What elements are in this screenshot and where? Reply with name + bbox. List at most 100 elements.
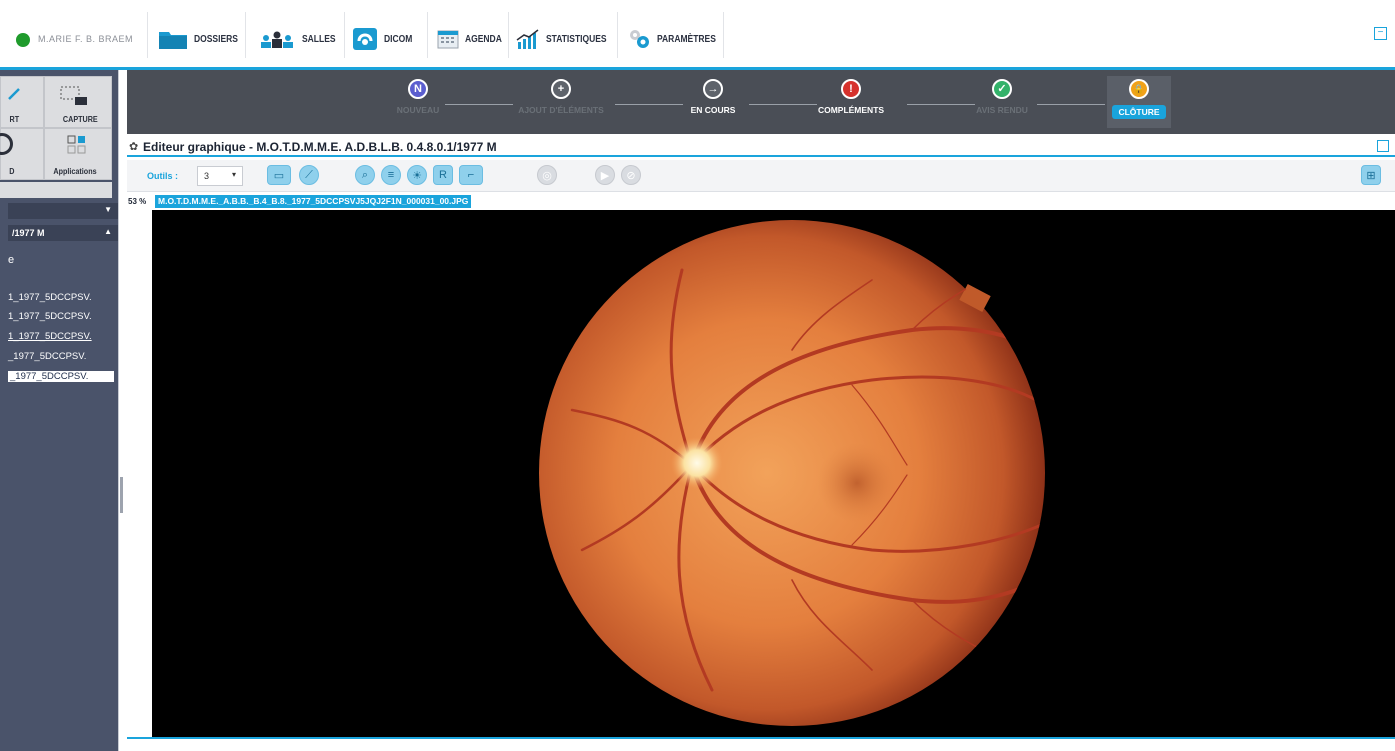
zoom-icon[interactable]: ⌕ [355, 165, 375, 185]
tool-row-spacer [0, 182, 112, 198]
file-list-item[interactable]: 1_1977_5DCCPSV. [8, 311, 92, 322]
optic-disc [671, 437, 723, 489]
nav-label: SALLES [302, 33, 336, 45]
workflow-step-ajout[interactable]: + AJOUT D'ÉLÉMENTS [501, 79, 621, 115]
section-label: e [8, 254, 15, 266]
nav-separator [427, 12, 428, 58]
step-label-active: CLÔTURE [1112, 105, 1166, 119]
chevron-up-icon: ▲ [104, 227, 112, 236]
tool-label: CAPTURE [62, 115, 98, 124]
nav-label: PARAMÈTRES [657, 33, 716, 45]
viewer-bottom-line [127, 737, 1395, 739]
tool-d-button[interactable]: D [0, 128, 44, 180]
chevron-down-icon: ▼ [104, 205, 112, 214]
step-label: COMPLÉMENTS [817, 105, 885, 115]
tools-label: Outils : [147, 171, 178, 181]
nav-separator [344, 12, 345, 58]
check-icon: ✓ [992, 79, 1012, 99]
chart-icon [516, 29, 539, 49]
nav-statistiques[interactable]: STATISTIQUES [516, 24, 617, 54]
tool-label: Applications [53, 167, 97, 176]
file-list-item[interactable]: _1977_5DCCPSV. [8, 351, 86, 362]
image-filename: M.O.T.D.M.M.E._A.B.B._B.4_B.8._1977_5DCC… [155, 195, 472, 208]
minimize-button[interactable]: − [1374, 27, 1387, 40]
collapsed-section-header[interactable]: ▼ [8, 203, 118, 219]
retina-fundus-image [539, 220, 1045, 726]
ruler-icon[interactable]: ⟋ [299, 165, 319, 185]
workflow-step-en-cours[interactable]: → EN COURS [653, 79, 773, 115]
nav-dicom[interactable]: DICOM [352, 24, 417, 54]
left-sidebar: RT CAPTURE D Applications ▼ /1977 M ▲ e … [0, 70, 118, 751]
file-list-item[interactable]: 1_1977_5DCCPSV. [8, 292, 92, 303]
dropdown-arrow-icon: ▾ [231, 170, 236, 179]
patient-section-header[interactable]: /1977 M ▲ [8, 225, 118, 241]
nav-label: STATISTIQUES [546, 33, 607, 45]
editor-title: Editeur graphique - M.O.T.D.M.M.E. A.D.B… [143, 140, 497, 154]
patient-header-label: /1977 M [12, 228, 45, 238]
step-label: EN COURS [690, 105, 736, 115]
tool-export-button[interactable]: RT [0, 76, 44, 128]
play-icon[interactable]: ▶ [595, 165, 615, 185]
lock-icon: 🔒 [1129, 79, 1149, 99]
n-icon: N [408, 79, 428, 99]
nav-dossiers[interactable]: DOSSIERS [158, 24, 246, 54]
file-list-item-selected[interactable]: _1977_5DCCPSV. [8, 371, 114, 382]
tool-capture-button[interactable]: CAPTURE [44, 76, 112, 128]
macula [817, 443, 897, 523]
stop-icon[interactable]: ⊘ [621, 165, 641, 185]
editor-title-bar: ✿ Editeur graphique - M.O.T.D.M.M.E. A.D… [127, 137, 1395, 157]
calendar-icon [437, 30, 459, 49]
nav-separator [147, 12, 148, 58]
nav-label: AGENDA [465, 33, 502, 45]
online-status-icon [16, 33, 30, 47]
splitter-handle[interactable] [120, 477, 123, 513]
nav-parametres[interactable]: PARAMÈTRES [627, 24, 726, 54]
editor-icon: ✿ [129, 141, 139, 153]
step-label: AJOUT D'ÉLÉMENTS [518, 105, 604, 115]
pen-icon [8, 88, 20, 100]
nav-separator [723, 12, 724, 58]
nav-agenda[interactable]: AGENDA [437, 24, 508, 54]
nav-salles[interactable]: SALLES [258, 24, 341, 54]
top-navigation-bar: M.ARIE F. B. BRAEM DOSSIERS SALLES DICOM… [0, 0, 1395, 68]
brightness-icon[interactable]: ☀ [407, 165, 427, 185]
editor-toolbar: Outils : 3 ▾ ▭ ⟋ ⌕ ≡ ☀ R ⌐ ◎ ▶ ⊘ ⊞ [127, 160, 1395, 192]
gears-icon [630, 30, 649, 48]
file-list-item[interactable]: 1_1977_5DCCPSV. [8, 331, 92, 342]
plus-icon: + [551, 79, 571, 99]
nav-label: DICOM [384, 33, 413, 45]
viewer-margin [127, 210, 152, 737]
capture-icon [60, 86, 87, 105]
panel-splitter[interactable] [118, 70, 127, 751]
people-icon [261, 31, 293, 48]
workflow-step-nouveau[interactable]: N NOUVEAU [358, 79, 478, 115]
tools-select-value: 3 [204, 171, 210, 181]
workflow-step-complements[interactable]: ! COMPLÉMENTS [791, 79, 911, 115]
adjust-icon[interactable]: ≡ [381, 165, 401, 185]
tool-label: RT [9, 115, 20, 124]
step-label: AVIS RENDU [976, 105, 1028, 115]
reset-icon[interactable]: R [433, 165, 453, 185]
rectangle-icon[interactable]: ▭ [267, 165, 291, 185]
grid-view-icon[interactable]: ⊞ [1361, 165, 1381, 185]
user-name[interactable]: M.ARIE F. B. BRAEM [38, 34, 133, 44]
nav-separator [617, 12, 618, 58]
layers-icon[interactable]: ◎ [537, 165, 557, 185]
tool-applications-button[interactable]: Applications [44, 128, 112, 180]
nav-separator [508, 12, 509, 58]
workflow-progress-bar: N NOUVEAU + AJOUT D'ÉLÉMENTS → EN COURS … [127, 70, 1395, 134]
crop-icon[interactable]: ⌐ [459, 165, 483, 185]
zoom-level: 53 % [128, 197, 147, 206]
image-viewer[interactable] [152, 210, 1395, 737]
arrow-right-icon: → [703, 79, 723, 99]
dicom-icon [353, 28, 377, 50]
tools-select[interactable]: 3 ▾ [197, 166, 243, 186]
workflow-step-avis-rendu[interactable]: ✓ AVIS RENDU [942, 79, 1062, 115]
nav-separator [245, 12, 246, 58]
editor-minimize-button[interactable] [1377, 140, 1389, 152]
image-info-bar: 53 % M.O.T.D.M.M.E._A.B.B._B.4_B.8._1977… [127, 194, 1395, 210]
workflow-step-cloture[interactable]: 🔒 CLÔTURE [1079, 79, 1199, 119]
step-label: NOUVEAU [396, 105, 440, 115]
exclamation-icon: ! [841, 79, 861, 99]
circle-icon [0, 133, 13, 155]
